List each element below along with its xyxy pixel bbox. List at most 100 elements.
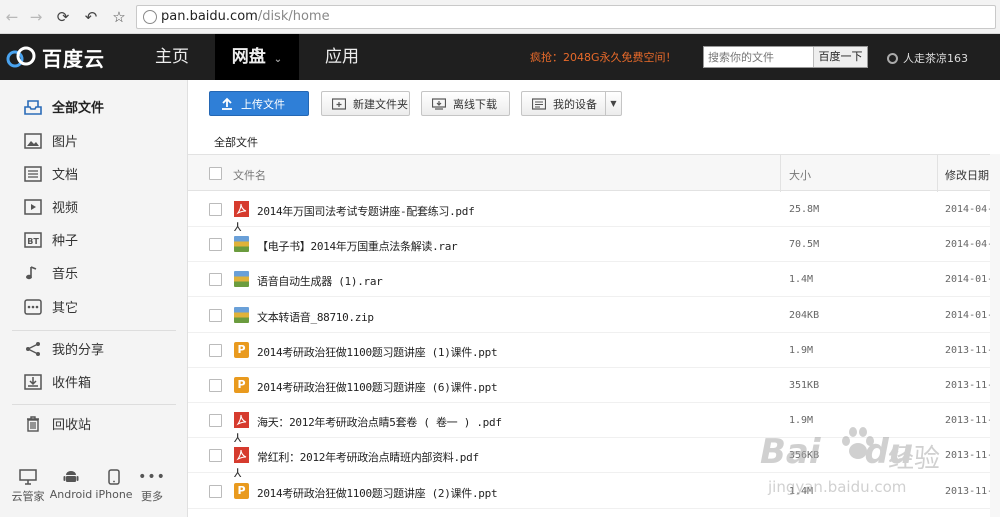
row-checkbox[interactable] xyxy=(209,343,222,357)
row-checkbox[interactable] xyxy=(209,414,222,428)
user-icon xyxy=(887,52,898,64)
new-folder-button[interactable]: 新建文件夹 xyxy=(321,91,410,116)
watermark: Bai du 经验 jingyan.baidu.com xyxy=(760,420,980,510)
file-name[interactable]: 海天：2012年考研政治点睛5套卷 ( 卷一 ) .pdf xyxy=(257,414,502,430)
user-menu[interactable]: 人走茶凉163 xyxy=(887,50,968,66)
nav-home[interactable]: 主页 xyxy=(130,34,214,80)
sidebar-item-recycle-bin[interactable]: 回收站 xyxy=(0,407,188,440)
table-row[interactable]: P 2014考研政治狂做1100题习题讲座 (6)课件.ppt 351KB 2013-… xyxy=(188,368,1000,403)
username: 人走茶凉163 xyxy=(903,52,968,65)
my-devices-button[interactable]: 我的设备 ▼ xyxy=(521,91,622,116)
iphone-icon xyxy=(94,468,134,486)
bookmark-star-icon[interactable]: ☆ xyxy=(109,7,129,27)
sidebar-item-torrents[interactable]: BT 种子 xyxy=(0,223,188,256)
sidebar-item-my-shares[interactable]: 我的分享 xyxy=(0,332,188,365)
file-name[interactable]: 2014考研政治狂做1100题习题讲座 (6)课件.ppt xyxy=(257,379,498,395)
file-size: 204KB xyxy=(789,309,820,321)
nav-apps[interactable]: 应用 xyxy=(300,34,384,80)
file-size: 1.4M xyxy=(789,274,814,286)
file-size: 25.8M xyxy=(789,204,820,215)
sidebar-item-label: 音乐 xyxy=(52,267,79,282)
android-icon xyxy=(49,468,93,486)
column-divider xyxy=(937,155,938,192)
column-header-size[interactable]: 大小 xyxy=(789,167,811,183)
file-name[interactable]: 2014考研政治狂做1100题习题讲座 (2)课件.ppt xyxy=(257,485,498,501)
column-header-name[interactable]: 文件名 xyxy=(233,167,266,183)
sidebar-item-videos[interactable]: 视频 xyxy=(0,190,188,223)
promo-link[interactable]: 疯抢：2048G永久免费空间！ xyxy=(530,49,677,65)
scrollbar[interactable] xyxy=(990,154,1000,517)
file-name[interactable]: 语音自动生成器 (1).rar xyxy=(257,273,383,289)
sidebar-item-label: 回收站 xyxy=(52,418,92,433)
address-bar[interactable]: pan.baidu.com/disk/home xyxy=(136,5,996,29)
nav-netdisk[interactable]: 网盘 ⌄ xyxy=(215,34,299,80)
search-input[interactable] xyxy=(704,47,814,67)
back-icon[interactable]: ← xyxy=(2,7,22,27)
sidebar-item-label: 视频 xyxy=(52,201,79,216)
more-icon xyxy=(23,297,43,317)
row-checkbox[interactable] xyxy=(209,203,222,216)
table-row[interactable]: 【电子书】2014年万国重点法条解读.rar 70.5M 2014-04-18 xyxy=(188,227,1000,263)
sidebar-item-label: 收件箱 xyxy=(52,376,92,391)
file-name[interactable]: 【电子书】2014年万国重点法条解读.rar xyxy=(257,238,458,254)
row-checkbox[interactable] xyxy=(209,273,222,287)
device-iphone[interactable]: iPhone xyxy=(94,468,134,501)
offline-download-button[interactable]: 离线下载 xyxy=(421,91,510,116)
row-checkbox[interactable] xyxy=(209,308,222,322)
pdf-file-icon xyxy=(234,201,249,217)
trash-icon xyxy=(23,414,43,434)
file-size: 70.5M xyxy=(789,239,820,251)
select-all-checkbox[interactable] xyxy=(209,167,222,180)
table-row[interactable]: 语音自动生成器 (1).rar 1.4M 2014-01-18 xyxy=(188,262,1000,298)
file-name[interactable]: 2014年万国司法考试专题讲座-配套练习.pdf xyxy=(257,203,475,219)
sidebar: 全部文件 图片 文档 视频 BT 种子 音乐 其它 我的分享 收件箱 回收站 云… xyxy=(0,80,188,517)
undo-icon[interactable]: ↶ xyxy=(81,7,101,27)
forward-icon[interactable]: → xyxy=(26,7,46,27)
app-header: 百度云 主页 网盘 ⌄ 应用 疯抢：2048G永久免费空间！ 百度一下 人走茶凉1… xyxy=(0,34,1000,80)
row-checkbox[interactable] xyxy=(209,449,222,463)
column-header-date[interactable]: 修改日期 xyxy=(945,167,989,183)
sidebar-item-label: 我的分享 xyxy=(52,343,105,358)
ellipsis-icon: ••• xyxy=(138,469,166,485)
table-row[interactable]: 文本转语音_88710.zip 204KB 2014-01-18 xyxy=(188,298,1000,333)
archive-file-icon xyxy=(234,236,249,253)
search-button[interactable]: 百度一下 xyxy=(813,47,867,67)
watermark-site: jingyan.baidu.com xyxy=(768,478,907,496)
devices-icon xyxy=(531,97,547,111)
table-row[interactable]: P 2014考研政治狂做1100题习题讲座 (1)课件.ppt 1.9M 2013-1… xyxy=(188,333,1000,368)
url-path: /disk/home xyxy=(257,9,330,24)
globe-icon xyxy=(143,10,157,24)
file-size: 1.9M xyxy=(789,344,814,356)
monitor-icon xyxy=(8,468,48,486)
file-name[interactable]: 2014考研政治狂做1100题习题讲座 (1)课件.ppt xyxy=(257,344,498,360)
sidebar-item-other[interactable]: 其它 xyxy=(0,290,188,323)
dropdown-caret-icon[interactable]: ▼ xyxy=(605,92,621,115)
sidebar-item-docs[interactable]: 文档 xyxy=(0,157,188,190)
row-checkbox[interactable] xyxy=(209,238,222,252)
my-devices-label: 我的设备 xyxy=(553,97,597,111)
sidebar-item-music[interactable]: 音乐 xyxy=(0,256,188,289)
sidebar-item-inbox[interactable]: 收件箱 xyxy=(0,365,188,398)
table-row[interactable]: 2014年万国司法考试专题讲座-配套练习.pdf25.8M2014-04-18 xyxy=(188,192,1000,227)
device-android[interactable]: Android xyxy=(49,468,93,501)
ppt-file-icon: P xyxy=(234,377,249,393)
sidebar-item-all-files[interactable]: 全部文件 xyxy=(0,90,188,123)
divider xyxy=(12,404,176,405)
reload-icon[interactable]: ⟳ xyxy=(53,7,73,27)
device-more[interactable]: ••• 更多 xyxy=(136,468,168,504)
browser-toolbar: ← → ⟳ ↶ ☆ pan.baidu.com/disk/home xyxy=(0,0,1000,34)
device-pc[interactable]: 云管家 xyxy=(8,468,48,504)
search-box: 百度一下 xyxy=(703,46,868,68)
archive-file-icon xyxy=(234,306,249,323)
file-name[interactable]: 文本转语音_88710.zip xyxy=(257,309,374,325)
sidebar-item-label: 图片 xyxy=(52,135,79,150)
sidebar-item-label: 其它 xyxy=(52,301,79,316)
sidebar-item-images[interactable]: 图片 xyxy=(0,124,188,157)
pdf-file-icon xyxy=(234,412,249,429)
upload-button[interactable]: 上传文件 xyxy=(209,91,309,116)
row-checkbox[interactable] xyxy=(209,484,222,498)
breadcrumb[interactable]: 全部文件 xyxy=(214,134,258,150)
row-checkbox[interactable] xyxy=(209,379,222,392)
logo[interactable]: 百度云 xyxy=(4,42,105,72)
file-name[interactable]: 常红利：2012年考研政治点睛班内部资料.pdf xyxy=(257,449,479,465)
